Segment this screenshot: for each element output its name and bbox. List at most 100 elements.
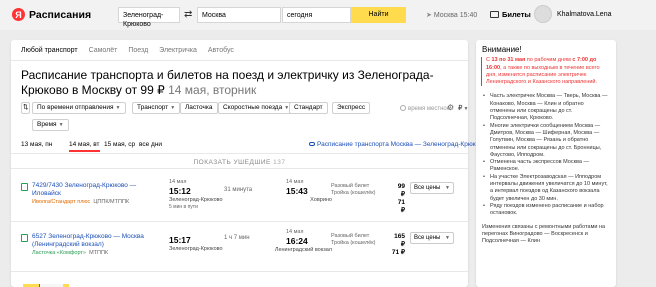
time-filter-label: Время	[37, 121, 57, 128]
to-input[interactable]: Москва	[197, 7, 281, 23]
notice-title: Внимание!	[482, 45, 522, 54]
list-item: Часть электричек Москва — Тверь, Москва …	[482, 93, 610, 122]
current-city[interactable]: ➤ Москва 15:40	[426, 11, 477, 19]
price-troika: 71 ₽	[397, 199, 405, 214]
notice-text: , а также по выходным в течение всего дн…	[486, 64, 600, 86]
reverse-schedule-label: Расписание транспорта Москва — Зеленогра…	[317, 141, 487, 148]
settings-icon[interactable]: ⚙	[447, 103, 454, 112]
train-icon	[21, 234, 28, 242]
user-name[interactable]: Khalmatova.Lena	[557, 11, 611, 18]
day-tab-all[interactable]: все дни	[139, 141, 162, 148]
carrier: Иволга/Стандарт плюс ЦППК/МТППК	[32, 199, 129, 205]
swallow-filter[interactable]: Ласточка	[180, 102, 218, 114]
standart-filter[interactable]: Стандарт	[289, 102, 328, 114]
currency-select[interactable]: ₽▼	[458, 104, 468, 112]
tickets-label: Билеты	[502, 10, 531, 19]
list-item: Ряду поездов изменено расписание и набор…	[482, 203, 610, 218]
list-item: На участке Электрозаводская — Ипподром и…	[482, 174, 610, 203]
arrival-time: 15:43	[286, 186, 308, 196]
page-title: Расписание транспорта и билетов на поезд…	[21, 68, 451, 98]
fare-single: Разовый билет	[331, 183, 370, 189]
table-row[interactable]: 6527 Зеленоград-Крюково — Москва (Ленинг…	[11, 224, 468, 268]
sort-dropdown[interactable]: По времени отправления ▼	[32, 102, 126, 114]
departure-note: 5 мин в пути	[169, 204, 198, 210]
prices: 99 ₽71 ₽	[393, 183, 405, 215]
table-row[interactable]: 7429/7430 Зеленоград-Крюково — Иловайск …	[11, 174, 468, 218]
filters-bar: ⇅ По времени отправления ▼ Транспорт ▼ Лас…	[21, 102, 468, 132]
departure-station: Зеленоград-Крюково	[169, 246, 223, 252]
tab-suburban[interactable]: Электричка	[159, 47, 197, 54]
all-prices-dropdown[interactable]: Все цены ▼	[410, 182, 454, 194]
arrival-time: 16:24	[286, 236, 308, 246]
all-prices-dropdown[interactable]: Все цены ▼	[410, 232, 454, 244]
arrival-date: 14 мая	[286, 179, 304, 185]
carrier: Ласточка «Комфорт» МТППК	[32, 250, 108, 256]
tab-plane[interactable]: Самолёт	[89, 47, 118, 54]
transport-filter-label: Транспорт	[137, 104, 169, 111]
carrier-company: МТППК	[89, 250, 109, 256]
arrival-station: Ленинградский вокзал	[274, 247, 332, 253]
tab-any[interactable]: Любой транспорт	[21, 47, 78, 54]
day-tab-14[interactable]: 14 мая, вт	[69, 141, 100, 152]
fare-types: Разовый билет Тройка (кошелёк)	[331, 183, 376, 197]
transport-filter[interactable]: Транспорт ▼	[132, 102, 181, 114]
departure-time: 15:12	[169, 186, 191, 196]
location-arrow-icon: ➤	[426, 12, 432, 19]
show-past-button[interactable]: ПОКАЗАТЬ УШЕДШИЕ 137	[11, 159, 468, 166]
notice-dates: 13 по 31 мая	[491, 57, 526, 64]
sort-icon[interactable]: ⇅	[21, 102, 30, 114]
fast-trains-filter[interactable]: Скоростные поезда ▼	[218, 102, 295, 114]
express-filter[interactable]: Экспресс	[332, 102, 371, 114]
time-filter[interactable]: Время ▼	[32, 119, 69, 131]
divider	[11, 271, 468, 272]
route-link[interactable]: 7429/7430 Зеленоград-Крюково — Иловайск	[32, 182, 152, 198]
departure-station: Зеленоград-Крюково	[169, 197, 223, 203]
carrier-type: Ласточка «Комфорт»	[32, 250, 86, 256]
title-date: 14 мая, вторник	[168, 83, 257, 97]
date-input[interactable]: сегодня	[282, 7, 351, 23]
yandex-logo-icon: Я	[12, 8, 25, 21]
fare-single: Разовый билет	[331, 233, 370, 239]
logo-text: Расписания	[29, 8, 92, 21]
find-button[interactable]: Найти	[351, 7, 406, 23]
list-item: Многие электрички сообщением Москва — Дм…	[482, 123, 610, 159]
divider	[11, 168, 468, 169]
price-single: 165 ₽	[394, 233, 405, 248]
price-troika: 71 ₽	[391, 249, 405, 256]
reverse-schedule-link[interactable]: Расписание транспорта Москва — Зеленогра…	[309, 141, 486, 148]
route-link[interactable]: 6527 Зеленоград-Крюково — Москва (Ленинг…	[32, 233, 157, 249]
days-tabs: 13 мая, пн 14 мая, вт 15 мая, ср все дни…	[21, 141, 486, 153]
fare-types: Разовый билет Тройка (кошелёк)	[331, 233, 376, 247]
carrier-company: ЦППК/МТППК	[93, 199, 130, 205]
fare-troika: Тройка (кошелёк)	[331, 240, 376, 246]
arrival-station: Ховрино	[310, 197, 332, 203]
all-prices-label: Все цены	[414, 235, 441, 241]
ticket-icon	[490, 11, 499, 18]
day-tab-13[interactable]: 13 мая, пн	[21, 141, 52, 148]
price-single: 99 ₽	[397, 183, 405, 198]
notice-panel: Внимание! С 13 по 31 мая по рабочим дням…	[476, 40, 616, 287]
city-name: Москва	[433, 12, 458, 19]
avatar[interactable]	[534, 5, 552, 23]
show-past-label: ПОКАЗАТЬ УШЕДШИЕ	[193, 159, 271, 166]
duration: 1 ч 7 мин	[224, 235, 250, 241]
all-prices-label: Все цены	[414, 185, 441, 191]
chevron-down-icon: ▼	[115, 105, 121, 111]
carrier-type: Иволга/Стандарт плюс	[32, 199, 91, 205]
swap-direction-icon[interactable]: ⇄	[184, 9, 192, 20]
tickets-link[interactable]: Билеты	[490, 10, 531, 19]
day-tab-15[interactable]: 15 мая, ср	[104, 141, 135, 148]
logo[interactable]: Я Расписания	[12, 8, 91, 21]
departure-time: 15:17	[169, 235, 191, 245]
tab-bus[interactable]: Автобус	[208, 47, 234, 54]
train-number: 7429/7430	[32, 182, 63, 189]
from-input[interactable]: Зеленоград-Крюково	[118, 7, 180, 28]
notice-highlight: С 13 по 31 мая по рабочим дням с 7:00 до…	[481, 57, 610, 87]
tab-train[interactable]: Поезд	[128, 47, 148, 54]
notice-text: по рабочим дням	[525, 57, 573, 64]
chevron-down-icon: ▼	[463, 106, 469, 112]
train-icon	[21, 183, 28, 191]
chevron-down-icon: ▼	[445, 185, 450, 191]
train-number: 6527	[32, 233, 47, 240]
fast-trains-label: Скоростные поезда	[223, 104, 283, 111]
